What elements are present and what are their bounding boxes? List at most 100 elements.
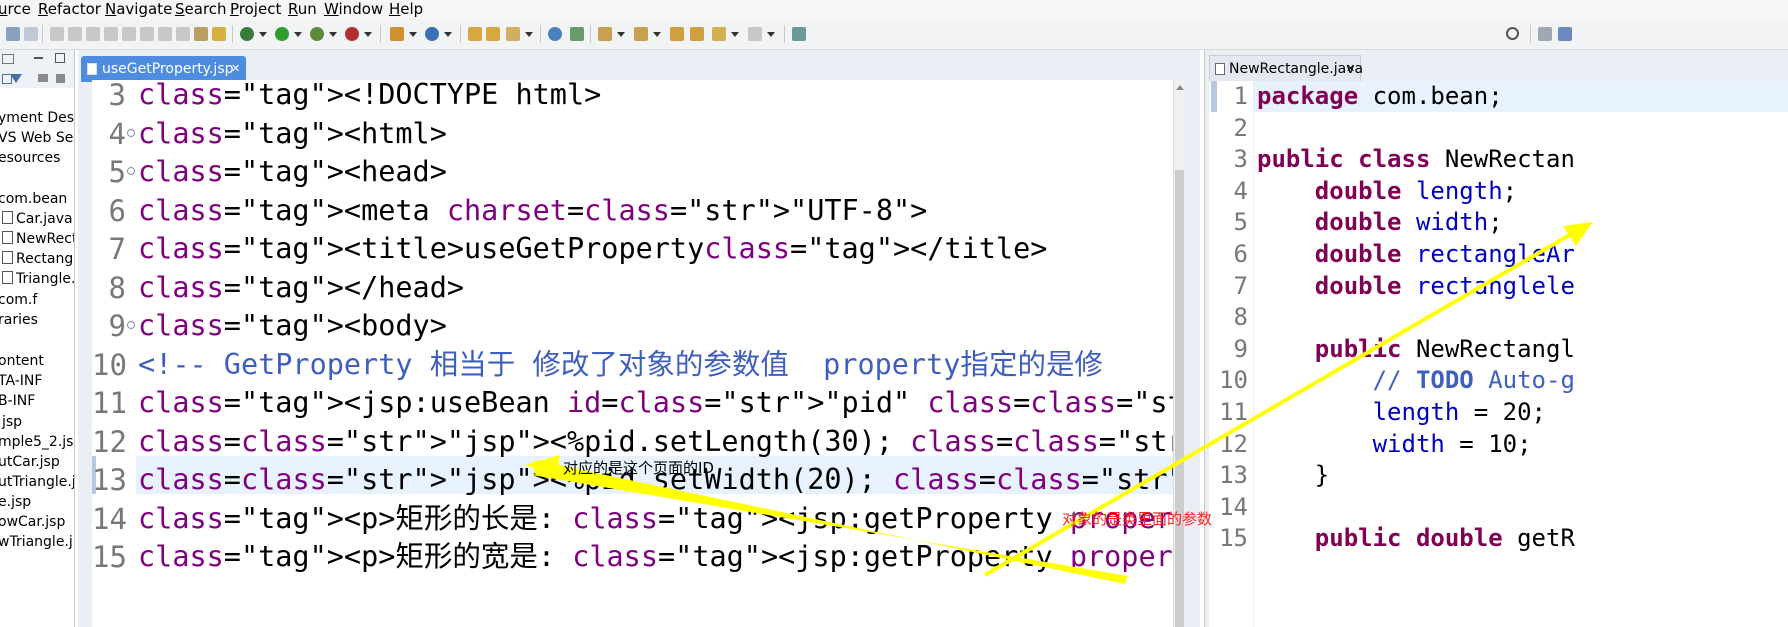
code-line[interactable]: double rectangleAr [1257,239,1575,270]
tree-item-inputcar-jsp[interactable]: utCar.jsp [0,454,60,470]
menu-project[interactable]: Project [230,0,281,18]
back-arrow-icon[interactable] [690,27,704,41]
tree-item-showtriangle-jsp[interactable]: wTriangle.j [0,534,73,550]
next-annotation-icon[interactable] [598,27,612,41]
code-line[interactable]: // TODO Auto-g [1257,365,1575,396]
chevron-down-icon[interactable] [653,32,661,37]
filter-icon[interactable] [10,74,22,83]
back-history-icon[interactable] [712,27,726,41]
chevron-down-icon[interactable] [444,32,452,37]
step-into-icon[interactable] [122,27,136,41]
code-line[interactable]: class="tag"></head> [138,269,464,307]
tree-item-car-java[interactable]: Car.java [2,211,73,227]
toggle-breakpoint-icon[interactable] [212,27,226,41]
tree-item-example5-2-jsp[interactable]: mple5_2.jsp [0,434,74,450]
fold-toggle-icon[interactable] [127,321,135,329]
chevron-down-icon[interactable] [767,32,775,37]
step-return-icon[interactable] [158,27,172,41]
scrollbar-thumb[interactable] [1175,170,1184,627]
tree-item-showcar-jsp[interactable]: owCar.jsp [0,514,65,530]
tree-item-libraries[interactable]: raries [0,312,38,328]
tree-item-resources[interactable]: esources [0,150,60,166]
view-options-icon[interactable] [56,74,65,83]
code-line[interactable]: class="tag"><!DOCTYPE html> [138,80,601,114]
tab-usegetproperty-jsp[interactable]: useGetProperty.jsp ✕ [81,56,246,82]
search-task-icon[interactable] [506,27,520,41]
close-icon[interactable]: ✕ [1346,56,1355,82]
toggle-block-icon[interactable] [6,27,20,41]
minimize-icon[interactable] [34,57,43,59]
jsp-code-panel[interactable]: 3 class="tag"><!DOCTYPE html> 4 class="tag"… [92,80,1185,627]
tree-item-package-com-bean[interactable]: com.bean [0,191,67,207]
use-step-filters-icon[interactable] [176,27,190,41]
open-type-icon[interactable] [468,27,482,41]
chevron-down-icon[interactable] [731,32,739,37]
code-line[interactable]: class="tag"><meta charset=class="str">"U… [138,192,927,230]
tree-item-meta-inf[interactable]: TA-INF [0,373,42,389]
tab-newrectangle-java[interactable]: NewRectangle.java ✕ [1209,55,1363,82]
new-java-class-icon[interactable] [425,27,439,41]
code-line[interactable]: class="tag"><p>矩形的长是: class="tag"><jsp:g… [138,500,1185,538]
code-line[interactable]: double length; [1257,176,1517,207]
tree-item-rectangle-java[interactable]: Rectangle [2,251,74,267]
scroll-up-icon[interactable] [1176,85,1184,90]
code-line[interactable]: width = 10; [1257,429,1532,460]
pin-editor-icon[interactable] [792,27,806,41]
code-line[interactable]: } [1257,460,1329,491]
menu-help[interactable]: Help [389,0,423,18]
last-edit-icon[interactable] [670,27,684,41]
debug-icon[interactable] [240,27,254,41]
suspend-icon[interactable] [68,27,82,41]
tree-item-package-com-f[interactable]: com.f [0,292,37,308]
code-line[interactable]: double rectanglele [1257,271,1575,302]
chevron-down-icon[interactable] [364,32,372,37]
chevron-down-icon[interactable] [617,32,625,37]
quick-access-search-icon[interactable] [1506,27,1519,40]
close-icon[interactable]: ✕ [231,56,240,82]
java-code-panel[interactable]: 1 package com.bean; 2 3 public class NewRect… [1209,81,1788,627]
new-server-icon[interactable] [390,27,404,41]
drop-to-frame-icon[interactable] [194,27,208,41]
tree-item-jaxws[interactable]: VS Web Serv [0,130,74,146]
code-line[interactable]: class=class="str">"jsp"><%pid.setLength(… [138,423,1185,461]
chevron-down-icon[interactable] [259,32,267,37]
disconnect-icon[interactable] [104,27,118,41]
previous-annotation-icon[interactable] [634,27,648,41]
code-line[interactable]: length = 20; [1257,397,1546,428]
forward-history-icon[interactable] [748,27,762,41]
tree-item-deployment-descriptor[interactable]: yment Desc [0,110,74,126]
code-line[interactable]: package com.bean; [1257,81,1503,112]
coverage-icon[interactable] [310,27,324,41]
perspective-icon[interactable] [1538,27,1552,41]
link-editor-icon[interactable] [38,74,48,82]
globe-icon[interactable] [548,27,562,41]
menu-search[interactable]: Search [175,0,227,18]
menu-run[interactable]: Run [288,0,317,18]
maximize-icon[interactable] [55,53,65,63]
code-line[interactable]: public double getR [1257,523,1575,554]
chevron-down-icon[interactable] [294,32,302,37]
code-line[interactable]: public NewRectangl [1257,334,1575,365]
code-line[interactable]: class="tag"><body> [138,307,447,345]
external-tools-icon[interactable] [345,27,359,41]
resume-icon[interactable] [50,27,64,41]
chevron-down-icon[interactable] [525,32,533,37]
menu-window[interactable]: Window [324,0,383,18]
chevron-down-icon[interactable] [409,32,417,37]
menu-navigate[interactable]: Navigate [105,0,172,18]
tree-item-triangle-java[interactable]: Triangle.j [2,271,74,287]
terminate-icon[interactable] [86,27,100,41]
toggle-mark-icon[interactable] [24,27,38,41]
code-line[interactable]: class="tag"><jsp:useBean id=class="str">… [138,384,1185,422]
tree-item-inputtriangle-jsp[interactable]: utTriangle.j [0,474,74,490]
open-folder-icon[interactable] [486,27,500,41]
code-line[interactable]: <!-- GetProperty 相当于 修改了对象的参数值 property指… [138,346,1103,384]
code-line[interactable]: class="tag"><head> [138,153,447,191]
tree-item-newrectangle-java[interactable]: NewRect [2,231,74,247]
code-line[interactable]: class="tag"><title>useGetPropertyclass="… [138,230,1047,268]
menu-source[interactable]: urce [0,0,31,18]
chevron-down-icon[interactable] [329,32,337,37]
code-line[interactable]: class="tag"><html> [138,115,447,153]
step-over-icon[interactable] [140,27,154,41]
code-line[interactable]: double width; [1257,207,1503,238]
